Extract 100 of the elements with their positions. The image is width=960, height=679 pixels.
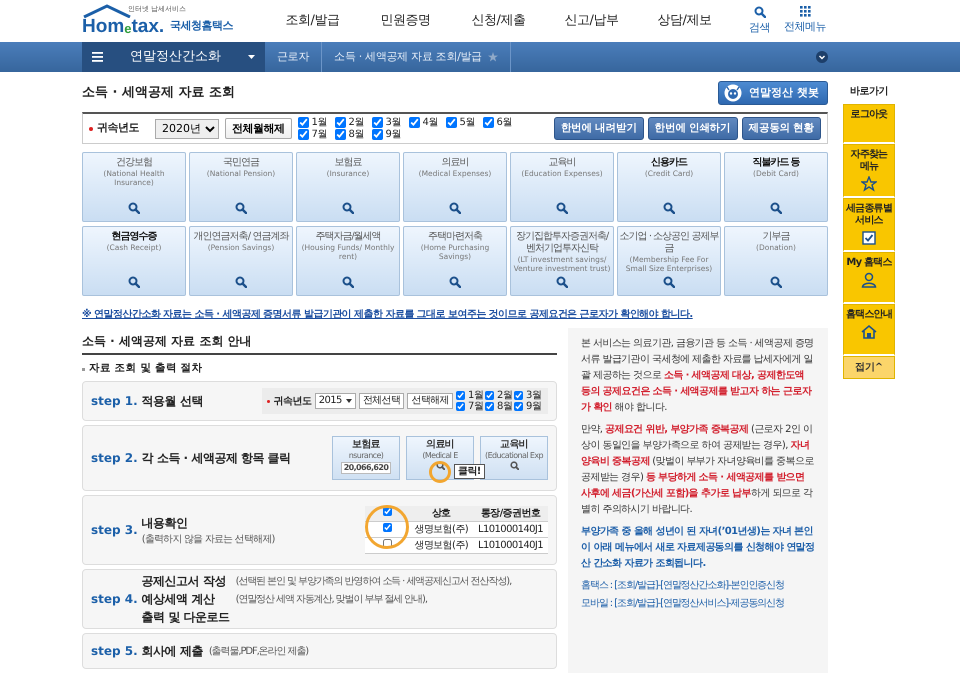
search-icon	[235, 202, 247, 214]
month-label: 3월	[526, 390, 542, 402]
collapse-button[interactable]: 접기^	[843, 356, 895, 379]
page-title: 소득 · 세액공제 자료 조회	[82, 85, 236, 101]
header-checkbox[interactable]	[382, 507, 392, 516]
month-checkbox[interactable]	[334, 117, 346, 128]
search-icon	[770, 202, 782, 214]
grid-menu-icon	[800, 6, 810, 17]
step-number: step 4.	[91, 591, 138, 608]
search-icon	[235, 276, 247, 288]
month-checkbox[interactable]	[372, 117, 382, 128]
menu-path-text: 모바일 : [조회/발급]-[연말정산서비스]-제공동의신청	[581, 597, 785, 611]
step-number: step 5.	[91, 643, 138, 660]
mini-button[interactable]: 전체선택	[358, 393, 404, 410]
month-checkbox[interactable]	[485, 402, 494, 412]
action-button[interactable]: 한번에 내려받기	[554, 116, 644, 140]
month-checkbox[interactable]	[372, 129, 382, 140]
month-checkbox[interactable]	[408, 117, 420, 128]
quick-link[interactable]: My 홈택스	[843, 252, 895, 304]
month-label: 2월	[348, 116, 364, 128]
breadcrumb-link[interactable]: 근로자	[265, 42, 322, 72]
search-icon	[663, 276, 675, 288]
menu-dropdown-button[interactable]: 연말정산간소화	[82, 42, 265, 72]
section-subtitle: 자료 조회 및 출력 절차	[89, 361, 203, 376]
month-label: 1월	[312, 116, 327, 128]
year-label: 귀속년도	[274, 394, 312, 409]
step-note: (연말정산 세액 자동계산, 맞벌이 부부 절세 안내),	[236, 592, 428, 607]
logo-korean-name[interactable]: 국세청홈택스	[170, 18, 234, 34]
month-label: 9월	[386, 128, 401, 140]
month-label: 9월	[526, 401, 542, 412]
search-icon	[556, 276, 568, 288]
month-label: 7월	[312, 128, 327, 140]
row-checkbox[interactable]	[382, 523, 392, 532]
house-icon	[861, 324, 877, 340]
person-icon	[861, 272, 877, 288]
quick-link[interactable]: 로그아웃	[843, 104, 895, 144]
breadcrumb-link[interactable]: 소득 · 세액공제 자료 조회/발급	[322, 42, 511, 72]
action-button[interactable]: 제공동의 현황	[742, 116, 821, 140]
clear-months-button[interactable]: 전체월해제	[225, 118, 292, 139]
caret-icon	[346, 399, 352, 404]
row-checkbox[interactable]	[382, 539, 392, 548]
search-icon	[342, 202, 354, 214]
notice-text: ※ 연말정산간소화 자료는 소득 · 세액공제 증명서류 발급기관이 제출한 자료를 그대로 보여주는 것이므로 공제요건은 근로자가 확인해야 합니다.	[82, 308, 694, 322]
month-checkbox[interactable]	[456, 402, 465, 412]
menu-icon	[92, 52, 103, 62]
mini-category-tile: 보험료 nsurance) 20,066,620	[332, 436, 400, 480]
month-checkbox[interactable]	[334, 129, 346, 140]
step-title: 내용확인	[142, 514, 188, 532]
tool-link[interactable]: 검색	[749, 6, 770, 36]
month-label: 3월	[386, 116, 401, 128]
step-number: step 3.	[91, 522, 138, 540]
info-paragraph: 본 서비스는 의료기관, 금융기관 등 소득 · 세액공제 증명서류 발급기관이 국세청에 제출한 자료를 납세자에게 일괄 제공하는 것으로 소득 · 세액공제 대상, 공제한도액 등의 공제요건은 소득 · 세액공제를 받고자 하는 근로자가 확인 해야 합니다.	[581, 337, 815, 415]
month-label: 4월	[422, 116, 438, 128]
nav-link[interactable]: 상담/제보	[638, 11, 731, 31]
menu-path-text: 홈택스 : [조회/발급]-[연말정산간소화]-본인인증신청	[581, 579, 785, 593]
search-icon	[449, 276, 461, 288]
step-title: 회사에 제출	[142, 643, 203, 660]
month-checkbox[interactable]	[514, 402, 523, 412]
month-checkbox[interactable]	[298, 129, 308, 140]
month-checkbox[interactable]	[456, 391, 465, 400]
action-button[interactable]: 한번에 인쇄하기	[648, 116, 738, 140]
month-label: 5월	[460, 116, 475, 128]
quick-link[interactable]: 자주찾는 메뉴	[843, 144, 895, 198]
month-checkbox[interactable]	[514, 391, 523, 400]
table-cell: 생명보험(주)	[409, 522, 474, 538]
nav-link[interactable]: 신청/제출	[452, 11, 545, 31]
nav-link[interactable]: 민원증명	[359, 11, 452, 31]
required-mark-icon	[266, 400, 270, 403]
nav-link[interactable]: 신고/납부	[545, 11, 638, 31]
table-cell: L101000140J1	[473, 522, 548, 538]
month-label: 8월	[497, 401, 512, 412]
search-icon	[663, 202, 675, 214]
year-select[interactable]: 2015	[314, 393, 356, 410]
nav-link[interactable]: 조회/발급	[266, 11, 359, 31]
chatbot-icon	[723, 84, 744, 102]
month-label: 6월	[496, 116, 512, 128]
step-title: 적용월 선택	[142, 393, 203, 410]
chatbot-button[interactable]: 연말정산 챗봇	[718, 81, 828, 105]
mini-button[interactable]: 선택해제	[407, 393, 453, 410]
month-checkbox[interactable]	[485, 391, 494, 400]
step-number: step 1.	[91, 393, 138, 410]
month-checkbox[interactable]	[482, 117, 494, 128]
tool-link[interactable]: 전체메뉴	[784, 6, 826, 36]
quick-link[interactable]: 홈택스안내	[843, 304, 895, 356]
checkbox-icon	[861, 230, 877, 246]
step-title: 예상세액 계산	[142, 591, 216, 608]
month-label: 2월	[497, 390, 512, 402]
search-icon	[556, 202, 568, 214]
magnifier-ring	[365, 505, 410, 550]
month-checkbox[interactable]	[298, 117, 308, 128]
quick-link[interactable]: 세금종류별 서비스	[843, 198, 895, 252]
search-icon	[770, 276, 782, 288]
caret-icon	[248, 55, 255, 59]
step-title: 각 소득 · 세액공제 항목 클릭	[142, 450, 291, 468]
step-note: (선택된 본인 및 부양가족의 반영하여 소득 · 세액공제신고서 전산작성),	[236, 574, 512, 589]
info-notice: 부양가족 중 올해 성년이 된 자녀(’01년생)는 자녀 본인이 아래 메뉴에서 새로 자료제공동의를 신청해야 연말정산 간소화 자료가 조회됩니다.	[581, 525, 815, 571]
month-checkbox[interactable]	[446, 117, 456, 128]
year-select[interactable]: 2020년	[155, 118, 219, 138]
step-caption: (출력하지 않을 자료는 선택해제)	[142, 532, 275, 547]
expand-icon[interactable]	[816, 51, 828, 63]
